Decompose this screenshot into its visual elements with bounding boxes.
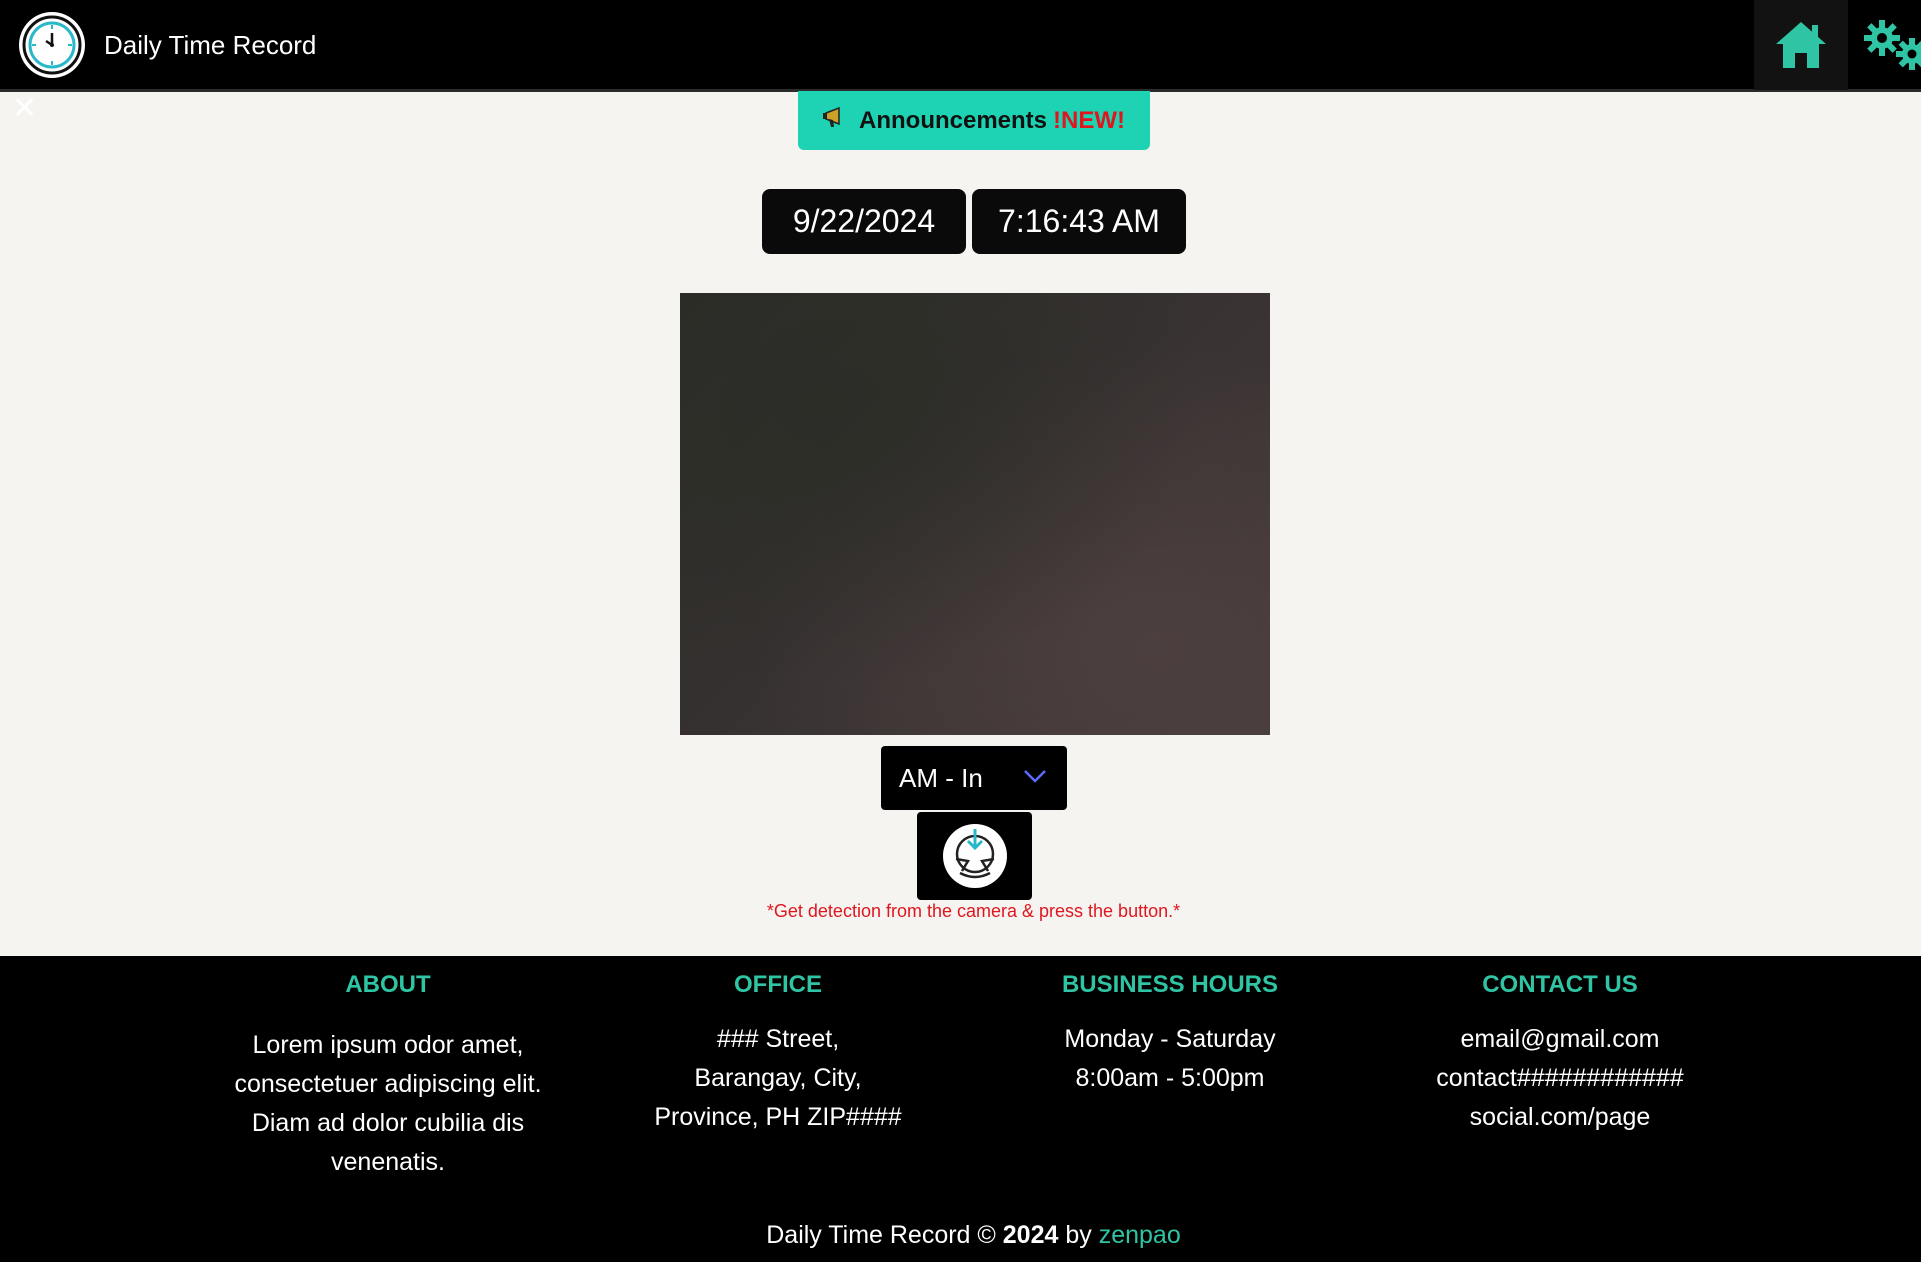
footer-heading-about: ABOUT [345, 971, 431, 998]
footer-heading-contact: CONTACT US [1482, 971, 1638, 998]
log-type-select[interactable]: AM - In [881, 746, 1067, 810]
contact-email[interactable]: email@gmail.com [1400, 1020, 1720, 1059]
copyright-by: by [1065, 1221, 1092, 1249]
new-badge: !NEW! [1053, 106, 1125, 134]
author-link[interactable]: zenpao [1099, 1221, 1181, 1249]
about-line: Lorem ipsum odor amet, [252, 1031, 524, 1059]
chevron-down-icon [1024, 770, 1046, 783]
copyright-prefix: Daily Time Record © [766, 1221, 996, 1249]
copyright: Daily Time Record © 2024 by zenpao [0, 1220, 1921, 1250]
gears-icon [1864, 20, 1921, 70]
megaphone-icon [823, 105, 851, 136]
capture-icon [942, 824, 1007, 888]
footer-office: OFFICE ### Street, Barangay, City, Provi… [620, 956, 936, 1137]
footer-heading-office: OFFICE [734, 971, 822, 998]
contact-phone[interactable]: contact############ [1400, 1059, 1720, 1098]
current-date: 9/22/2024 [762, 189, 966, 254]
capture-button[interactable] [917, 812, 1032, 900]
hours-line: Monday - Saturday [1064, 1025, 1276, 1053]
footer: ABOUT Lorem ipsum odor amet, consectetue… [0, 956, 1921, 1262]
office-line: Province, PH ZIP#### [654, 1103, 902, 1131]
footer-contact: CONTACT US email@gmail.com contact######… [1400, 956, 1720, 1137]
current-time: 7:16:43 AM [972, 189, 1186, 254]
top-navbar: Daily Time Record [0, 0, 1921, 92]
app-title: Daily Time Record [104, 30, 317, 60]
hours-line: 8:00am - 5:00pm [1075, 1064, 1265, 1092]
close-icon[interactable]: ✕ [12, 94, 37, 124]
log-type-value: AM - In [899, 762, 983, 793]
about-line: venenatis. [331, 1148, 445, 1176]
office-line: ### Street, [716, 1025, 840, 1053]
home-icon [1776, 22, 1826, 68]
instruction-hint: *Get detection from the camera & press t… [766, 901, 1181, 921]
settings-button[interactable] [1860, 14, 1921, 74]
announcements-button[interactable]: Announcements !NEW! [798, 91, 1150, 150]
footer-about: ABOUT Lorem ipsum odor amet, consectetue… [190, 956, 586, 1182]
footer-business-hours: BUSINESS HOURS Monday - Saturday 8:00am … [1010, 956, 1330, 1098]
office-line: Barangay, City, [694, 1064, 862, 1092]
copyright-year: 2024 [1002, 1221, 1059, 1249]
about-line: consectetuer adipiscing elit. [234, 1070, 542, 1098]
contact-social[interactable]: social.com/page [1400, 1098, 1720, 1137]
announcements-label: Announcements [859, 106, 1048, 134]
home-button[interactable] [1754, 0, 1848, 90]
footer-heading-hours: BUSINESS HOURS [1061, 971, 1279, 998]
camera-feed [680, 293, 1270, 735]
clock-icon[interactable] [19, 12, 85, 78]
about-line: Diam ad dolor cubilia dis [251, 1109, 525, 1137]
